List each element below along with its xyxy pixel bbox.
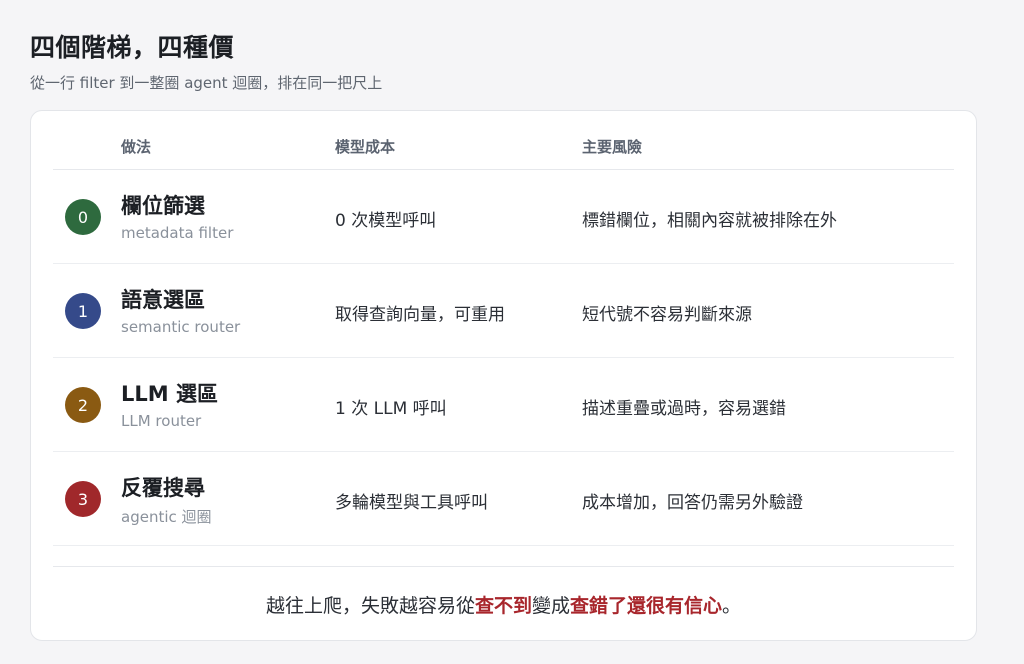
comparison-card: 做法 模型成本 主要風險 0 欄位篩選 metadata filter 0 次模… [30,110,977,641]
method-name: 欄位篩選 [121,194,205,218]
main-risk: 短代號不容易判斷來源 [582,305,752,325]
column-header-risk: 主要風險 [582,138,643,156]
footer-text: 。 [722,595,742,617]
table-row: 1 語意選區 semantic router 取得查詢向量，可重用 短代號不容易… [53,264,954,358]
page-title: 四個階梯，四種價 [30,33,235,62]
step-badge: 0 [65,199,101,235]
method-subtitle: semantic router [121,318,241,336]
method-subtitle: metadata filter [121,224,234,242]
footer-note: 越往上爬，失敗越容易從查不到變成查錯了還很有信心。 [31,591,976,618]
method-subtitle: LLM router [121,412,202,430]
table-header: 做法 模型成本 主要風險 [53,111,954,170]
table-row: 3 反覆搜尋 agentic 迴圈 多輪模型與工具呼叫 成本增加，回答仍需另外驗… [53,452,954,546]
table-row: 0 欄位篩選 metadata filter 0 次模型呼叫 標錯欄位，相關內容… [53,170,954,264]
method-name: 語意選區 [121,288,205,312]
model-cost: 取得查詢向量，可重用 [335,305,505,325]
footer-divider [53,566,954,567]
column-header-cost: 模型成本 [335,138,396,156]
column-header-method: 做法 [121,138,152,156]
footer-text: 越往上爬，失敗越容易從 [265,595,475,617]
method-subtitle: agentic 迴圈 [121,508,212,526]
main-risk: 標錯欄位，相關內容就被排除在外 [582,211,837,231]
step-badge: 1 [65,293,101,329]
main-risk: 成本增加，回答仍需另外驗證 [582,493,803,513]
footer-highlight: 查錯了還很有信心 [570,595,723,617]
method-name: 反覆搜尋 [121,476,205,500]
model-cost: 0 次模型呼叫 [335,211,437,231]
footer-text: 變成 [531,595,570,617]
step-badge: 3 [65,481,101,517]
table-row: 2 LLM 選區 LLM router 1 次 LLM 呼叫 描述重疊或過時，容… [53,358,954,452]
page-subtitle: 從一行 filter 到一整圈 agent 迴圈，排在同一把尺上 [30,74,383,92]
footer-highlight: 查不到 [474,595,532,617]
method-name: LLM 選區 [121,382,218,406]
step-badge: 2 [65,387,101,423]
model-cost: 1 次 LLM 呼叫 [335,399,447,419]
main-risk: 描述重疊或過時，容易選錯 [582,399,786,419]
model-cost: 多輪模型與工具呼叫 [335,493,488,513]
